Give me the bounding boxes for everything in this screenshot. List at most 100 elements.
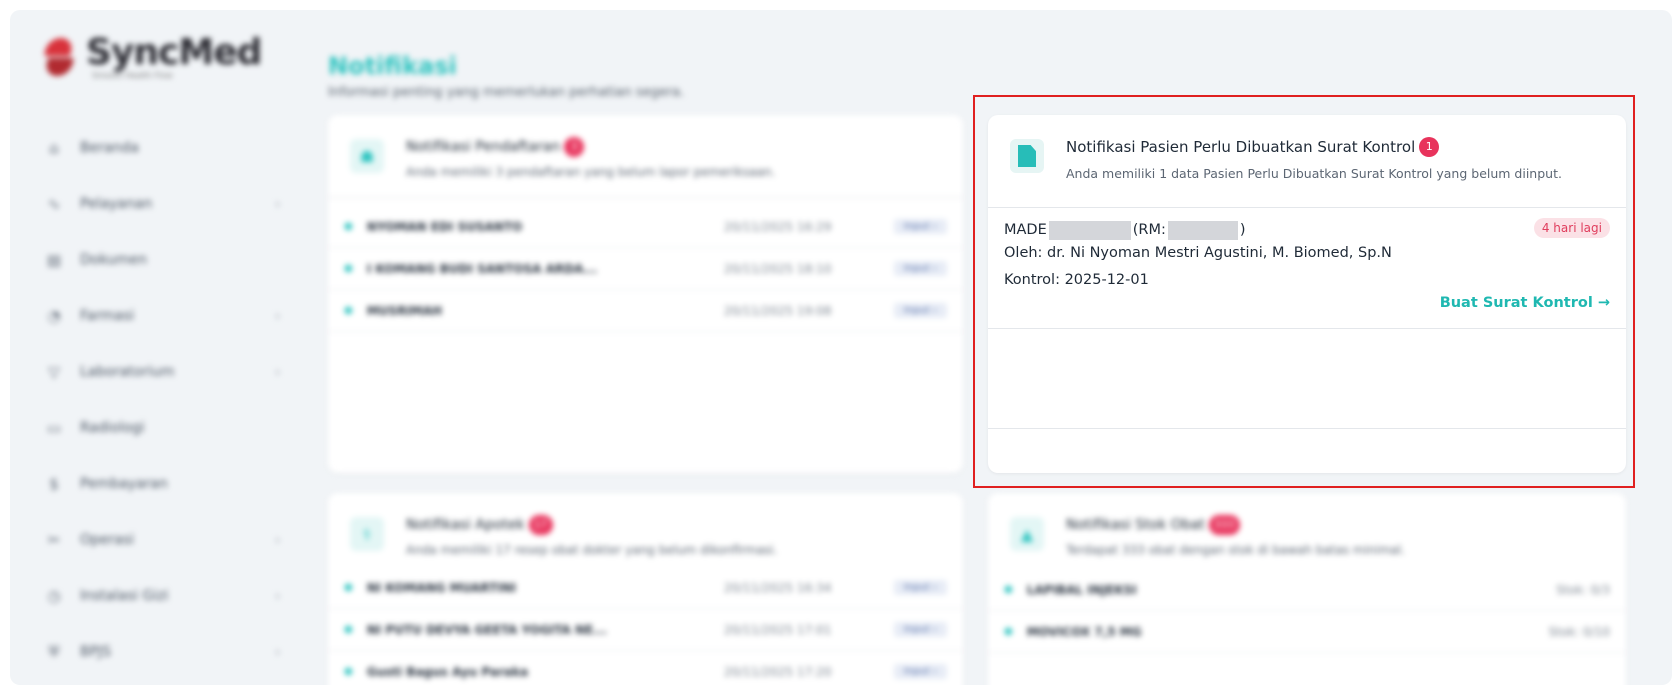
apotek-title: Notifikasi Apotek — [406, 517, 525, 533]
document-icon — [1010, 139, 1044, 173]
flask-icon: ▽ — [48, 363, 60, 381]
row-name: NI KOMANG MUARTINI — [366, 580, 517, 595]
stok-obat-badge: 333 — [1208, 515, 1240, 535]
sidebar-item-label: Dokumen — [80, 252, 148, 268]
stethoscope-icon: ∿ — [47, 195, 61, 213]
pendaftaran-badge: 3 — [564, 137, 585, 157]
row-date: 20/11/2025 17:01 — [723, 622, 832, 637]
page-subtitle: Informasi penting yang memerlukan perhat… — [328, 85, 685, 100]
list-item[interactable]: ● NI KOMANG MUARTINI 20/11/2025 16:34 Input… — [328, 567, 963, 609]
list-item[interactable]: ● MOVICOX 7,5 MG Stok: 0/10 — [988, 611, 1626, 653]
row-date: 20/11/2025 16:29 — [723, 219, 832, 234]
sidebar: SyncMed Smooth Health Flow ⌂ Beranda ∿ Pel… — [10, 10, 310, 685]
row-name: LAPIBAL INJEKSI — [1026, 582, 1137, 597]
pendaftaran-title: Notifikasi Pendaftaran — [406, 139, 561, 155]
kontrol-date: Kontrol: 2025-12-01 — [1004, 272, 1149, 288]
rm-close: ) — [1239, 222, 1246, 238]
row-name: MOVICOX 7,5 MG — [1026, 624, 1142, 639]
list-item[interactable]: ● MUSRIMAH 20/11/2025 19:08 Input › — [328, 290, 963, 332]
monitor-icon: ▭ — [46, 419, 62, 437]
redacted-rm — [1167, 220, 1238, 240]
chevron-right-icon: › — [275, 309, 280, 323]
row-name: NYOMAN EDI SUSANTO — [366, 219, 523, 234]
doctor-text: Oleh: dr. Ni Nyoman Mestri Agustini, M. … — [1004, 245, 1392, 261]
apotek-card: ⚕ Notifikasi Apotek 17 Anda memiliki 17 r… — [328, 493, 963, 685]
sidebar-item-label: Farmasi — [80, 308, 135, 324]
input-button[interactable]: Input › — [893, 219, 947, 234]
input-button[interactable]: Input › — [893, 622, 947, 637]
user-add-icon: ☗ — [350, 139, 384, 173]
list-item[interactable]: ● LAPIBAL INJEKSI Stok: 0/3 — [988, 569, 1626, 611]
row-stock: Stok: 0/10 — [1548, 624, 1610, 639]
sidebar-item-bpjs[interactable]: ⛨ BPJS › — [40, 624, 280, 680]
buat-surat-kontrol-link[interactable]: Buat Surat Kontrol → — [1440, 295, 1610, 311]
sidebar-item-label: Pembayaran — [80, 476, 168, 492]
list-item[interactable]: ● Gusti Bagus Ayu Paraka 20/11/2025 17:20 I… — [328, 651, 963, 685]
input-button[interactable]: Input › — [893, 303, 947, 318]
list-item[interactable]: ● NYOMAN EDI SUSANTO 20/11/2025 16:29 Input… — [328, 206, 963, 248]
row-stock: Stok: 0/3 — [1556, 582, 1610, 597]
page-title: Notifikasi — [328, 52, 457, 80]
chevron-right-icon: › — [275, 197, 280, 211]
surat-kontrol-badge: 1 — [1419, 137, 1440, 157]
input-button[interactable]: Input › — [893, 261, 947, 276]
sidebar-item-label: Laboratorium — [80, 364, 175, 380]
logo-name: SyncMed — [86, 31, 262, 73]
row-date: 20/11/2025 17:20 — [723, 664, 832, 679]
sidebar-item-operasi[interactable]: ✂ Operasi › — [40, 512, 280, 568]
row-date: 20/11/2025 16:34 — [723, 580, 832, 595]
input-button[interactable]: Input › — [893, 664, 947, 679]
logo[interactable]: SyncMed Smooth Health Flow — [42, 31, 262, 80]
pharmacy-icon: ⚕ — [350, 517, 384, 551]
pill-icon: ◔ — [47, 307, 61, 325]
sidebar-item-pembayaran[interactable]: $ Pembayaran — [40, 456, 280, 512]
list-item[interactable]: ● I KOMANG BUDI SANTOSA ARDA... 20/11/2025… — [328, 248, 963, 290]
rm-label: (RM: — [1132, 222, 1166, 238]
chevron-right-icon: › — [275, 645, 280, 659]
chevron-right-icon: › — [275, 589, 280, 603]
empty-area — [988, 329, 1626, 429]
sidebar-item-dokumen[interactable]: ▤ Dokumen — [40, 232, 280, 288]
sidebar-item-pelayanan[interactable]: ∿ Pelayanan › — [40, 176, 280, 232]
row-name: NI PUTU DEVYA GEETA YOGITA NE... — [366, 622, 607, 637]
warning-icon: ▲ — [1010, 517, 1044, 551]
sidebar-item-beranda[interactable]: ⌂ Beranda — [40, 120, 280, 176]
chevron-right-icon: › — [275, 533, 280, 547]
row-name: MUSRIMAH — [366, 303, 443, 318]
apotek-subtitle: Anda memiliki 17 resep obat dokter yang … — [406, 543, 778, 557]
row-date: 20/11/2025 19:08 — [723, 303, 832, 318]
row-name: Gusti Bagus Ayu Paraka — [366, 664, 529, 679]
chevron-right-icon: › — [275, 365, 280, 379]
sidebar-item-farmasi[interactable]: ◔ Farmasi › — [40, 288, 280, 344]
row-date: 20/11/2025 18:10 — [723, 261, 832, 276]
shield-icon: ⛨ — [48, 643, 60, 661]
stok-obat-subtitle: Terdapat 333 obat dengan stok di bawah b… — [1066, 543, 1406, 557]
syncmed-logo-icon — [42, 34, 76, 80]
logo-tagline: Smooth Health Flow — [92, 70, 173, 80]
sidebar-item-label: Radiologi — [80, 420, 145, 436]
home-icon: ⌂ — [49, 139, 59, 157]
pendaftaran-subtitle: Anda memiliki 3 pendaftaran yang belum l… — [406, 165, 776, 179]
due-badge: 4 hari lagi — [1533, 218, 1610, 238]
patient-name-prefix: MADE — [1004, 222, 1047, 238]
sidebar-item-label: Pelayanan — [80, 196, 153, 212]
scissors-icon: ✂ — [47, 531, 61, 549]
sidebar-item-label: Operasi — [80, 532, 135, 548]
row-name: I KOMANG BUDI SANTOSA ARDA... — [366, 261, 598, 276]
patient-item[interactable]: MADE (RM: ) 4 hari lagi Oleh: dr. Ni Nyo… — [988, 208, 1626, 329]
sidebar-item-instalasi-gizi[interactable]: ◷ Instalasi Gizi › — [40, 568, 280, 624]
patient-line: MADE (RM: ) — [1004, 218, 1610, 242]
sidebar-item-label: Beranda — [80, 140, 139, 156]
sidebar-item-laboratorium[interactable]: ▽ Laboratorium › — [40, 344, 280, 400]
redacted-name — [1048, 220, 1131, 240]
input-button[interactable]: Input › — [893, 580, 947, 595]
stok-obat-card: ▲ Notifikasi Stok Obat 333 Terdapat 333 o… — [988, 493, 1626, 685]
sidebar-item-label: Instalasi Gizi — [80, 588, 169, 604]
surat-kontrol-title: Notifikasi Pasien Perlu Dibuatkan Surat … — [1066, 138, 1416, 156]
sidebar-nav: ⌂ Beranda ∿ Pelayanan › ▤ Dokumen ◔ Farmasi › … — [40, 120, 280, 680]
food-icon: ◷ — [47, 587, 61, 605]
sidebar-item-radiologi[interactable]: ▭ Radiologi — [40, 400, 280, 456]
list-item[interactable]: ● NI PUTU DEVYA GEETA YOGITA NE... 20/11/2… — [328, 609, 963, 651]
document-icon: ▤ — [46, 251, 62, 269]
apotek-badge: 17 — [528, 515, 553, 535]
